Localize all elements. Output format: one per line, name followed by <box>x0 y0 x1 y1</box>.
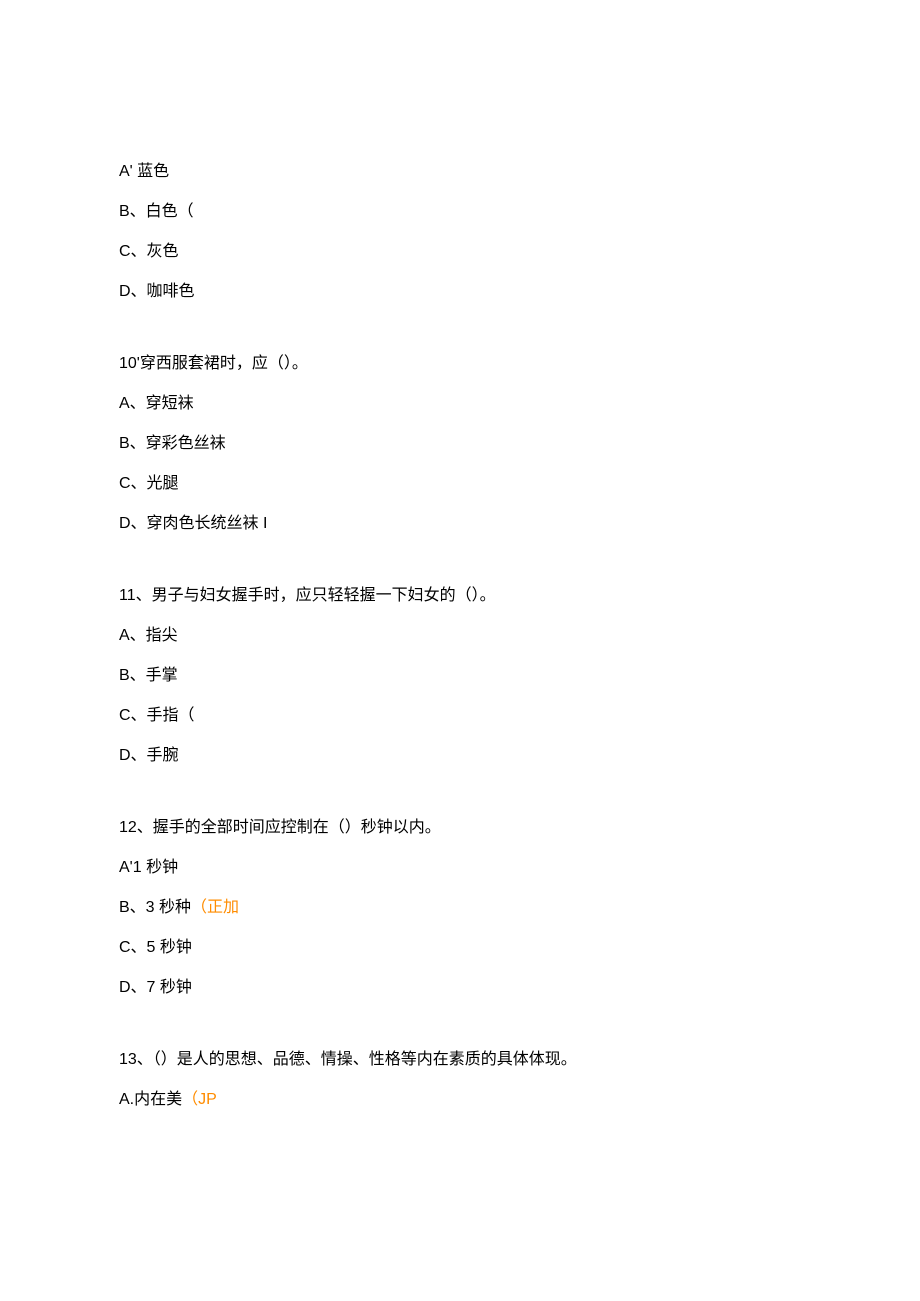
q13-option-a-text: A.内在美 <box>119 1091 182 1108</box>
q11-option-b: B、手掌 <box>119 664 801 688</box>
q13-text: 13、（）是人的思想、品德、情操、性格等内在素质的具体体现。 <box>119 1048 801 1072</box>
q9-option-b: B、白色（ <box>119 200 801 224</box>
q10-option-d: D、穿肉色长统丝袜 I <box>119 512 801 536</box>
q10-option-b: B、穿彩色丝袜 <box>119 432 801 456</box>
q11-option-c: C、手指（ <box>119 704 801 728</box>
q12-option-c: C、5 秒钟 <box>119 936 801 960</box>
q10-option-c: C、光腿 <box>119 472 801 496</box>
q12-option-b-annotation: （正加 <box>191 899 239 916</box>
q9-option-a: A' 蓝色 <box>119 160 801 184</box>
q11-option-a: A、指尖 <box>119 624 801 648</box>
q9-option-c: C、灰色 <box>119 240 801 264</box>
q11-option-d: D、手腕 <box>119 744 801 768</box>
q11-text: 11、男子与妇女握手时，应只轻轻握一下妇女的（）。 <box>119 584 801 608</box>
q9-option-d: D、咖啡色 <box>119 280 801 304</box>
q12-text: 12、握手的全部时间应控制在（）秒钟以内。 <box>119 816 801 840</box>
q12-option-d: D、7 秒钟 <box>119 976 801 1000</box>
q12-option-b-text: B、3 秒种 <box>119 899 191 916</box>
q12-option-b: B、3 秒种（正加 <box>119 896 801 920</box>
q10-option-a: A、穿短袜 <box>119 392 801 416</box>
q13-option-a-annotation: （JP <box>182 1091 217 1108</box>
q13-option-a: A.内在美（JP <box>119 1088 801 1112</box>
q10-text: 10'穿西服套裙时，应（）。 <box>119 352 801 376</box>
q12-option-a: A'1 秒钟 <box>119 856 801 880</box>
